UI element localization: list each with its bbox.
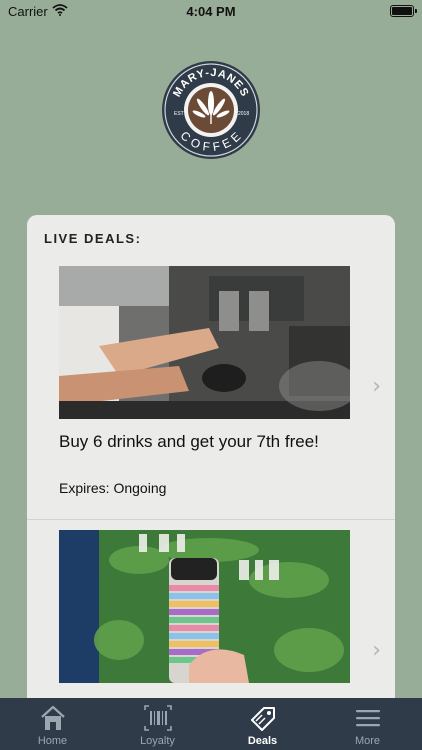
tab-label-more: More bbox=[354, 735, 381, 747]
brand-logo: MARY-JANES COFFEE EST 2018 bbox=[161, 60, 261, 160]
barcode-icon bbox=[143, 704, 173, 732]
deal-expiry: Expires: Ongoing bbox=[59, 480, 167, 496]
chevron-right-icon: › bbox=[372, 638, 381, 663]
status-time: 4:04 PM bbox=[186, 4, 236, 19]
tab-label-home: Home bbox=[37, 735, 68, 747]
tag-icon bbox=[248, 704, 278, 732]
menu-icon bbox=[353, 704, 383, 732]
deals-card: LIVE DEALS: Buy 6 drinks and get your 7t… bbox=[27, 215, 395, 715]
tab-home[interactable]: Home bbox=[0, 698, 105, 750]
chevron-right-icon: › bbox=[372, 374, 381, 399]
section-title: LIVE DEALS: bbox=[44, 231, 142, 246]
tab-deals[interactable]: Deals bbox=[210, 698, 315, 750]
deal-photo-travel-mug bbox=[59, 530, 350, 683]
tab-bar: Home Loyalty Deals More bbox=[0, 698, 422, 750]
tab-label-deals: Deals bbox=[247, 735, 278, 747]
tab-loyalty[interactable]: Loyalty bbox=[105, 698, 210, 750]
deal-item[interactable]: › bbox=[27, 530, 395, 715]
deal-item[interactable]: Buy 6 drinks and get your 7th free! Expi… bbox=[27, 266, 395, 520]
home-icon bbox=[38, 704, 68, 732]
deal-title: Buy 6 drinks and get your 7th free! bbox=[59, 432, 319, 451]
deal-photo-espresso bbox=[59, 266, 350, 419]
logo-year: 2018 bbox=[238, 111, 249, 117]
tab-label-loyalty: Loyalty bbox=[140, 735, 175, 747]
logo-est-label: EST bbox=[174, 111, 184, 117]
status-bar: Carrier 4:04 PM bbox=[0, 0, 422, 22]
tab-more[interactable]: More bbox=[315, 698, 420, 750]
battery-icon bbox=[390, 5, 417, 17]
